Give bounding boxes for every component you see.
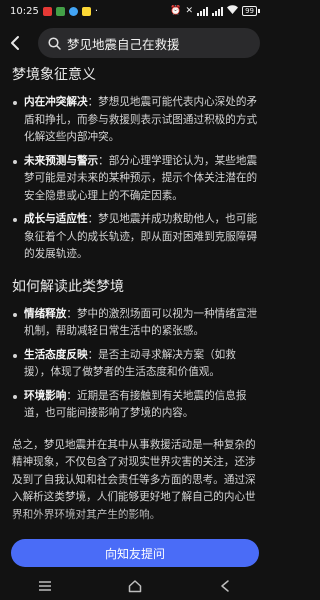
wifi-icon bbox=[227, 5, 239, 17]
status-bar: 10:25 · ⏰ ✕ 99 bbox=[0, 0, 270, 22]
app-notification-icon bbox=[68, 6, 78, 16]
list-item: 内在冲突解决：梦想见地震可能代表内心深处的矛盾和挣扎，而参与救援则表示试图通过积… bbox=[12, 94, 260, 147]
search-icon bbox=[48, 36, 61, 50]
signal-icon bbox=[212, 6, 224, 16]
status-time: 10:25 bbox=[10, 5, 39, 17]
list-item-label: 未来预测与警示 bbox=[24, 154, 99, 167]
app-notification-icon bbox=[55, 6, 65, 16]
app-notification-icon bbox=[81, 6, 91, 16]
list-item-label: 内在冲突解决 bbox=[24, 96, 88, 108]
home-icon[interactable] bbox=[124, 575, 146, 597]
alarm-icon: ⏰ bbox=[170, 6, 182, 16]
back-button[interactable] bbox=[0, 24, 30, 62]
section-title: 如何解读此类梦境 bbox=[12, 278, 124, 295]
list-item-label: 情绪释放 bbox=[24, 307, 67, 320]
list-item-label: 生活态度反映 bbox=[24, 348, 88, 361]
signal-icon bbox=[197, 6, 209, 16]
search-query[interactable]: 梦见地震自己在救援 bbox=[67, 34, 180, 53]
battery-icon: 99 bbox=[242, 6, 260, 16]
chevron-left-icon bbox=[11, 36, 19, 50]
ask-question-button[interactable]: 向知友提问 bbox=[11, 539, 259, 567]
list-item-label: 成长与适应性 bbox=[24, 213, 88, 225]
list-item: 环境影响：近期是否有接触到有关地震的信息报道，也可能间接影响了梦境的内容。 bbox=[12, 388, 260, 423]
list-item: 情绪释放：梦中的激烈场面可以视为一种情绪宣泄机制，帮助减轻日常生活中的紧张感。 bbox=[12, 306, 260, 341]
battery-level: 99 bbox=[242, 6, 257, 16]
search-box[interactable]: 梦见地震自己在救援 bbox=[38, 28, 260, 58]
back-nav-icon[interactable] bbox=[214, 575, 236, 597]
list-item: 成长与适应性：梦见地震并成功救助他人，也可能象征着个人的成长轨迹，即从面对困难到… bbox=[12, 211, 260, 264]
list-item: 生活态度反映：是否主动寻求解决方案（如救援），体现了做梦者的生活态度和价值观。 bbox=[12, 347, 260, 382]
section-title: 梦境象征意义 bbox=[12, 67, 96, 83]
list-item: 未来预测与警示：部分心理学理论认为，某些地震梦可能是对未来的某种预示，提示个体关… bbox=[12, 153, 260, 206]
answer-content: 梦境象征意义 内在冲突解决：梦想见地震可能代表内心深处的矛盾和挣扎，而参与救援则… bbox=[12, 64, 260, 524]
content-fade bbox=[0, 510, 270, 540]
menu-icon[interactable] bbox=[34, 575, 56, 597]
more-icon: · bbox=[94, 5, 99, 17]
mute-icon: ✕ bbox=[185, 6, 194, 16]
system-navbar bbox=[0, 572, 270, 600]
list-item-label: 环境影响 bbox=[24, 389, 67, 402]
app-notification-icon bbox=[42, 6, 52, 16]
header: 梦见地震自己在救援 bbox=[0, 24, 270, 62]
